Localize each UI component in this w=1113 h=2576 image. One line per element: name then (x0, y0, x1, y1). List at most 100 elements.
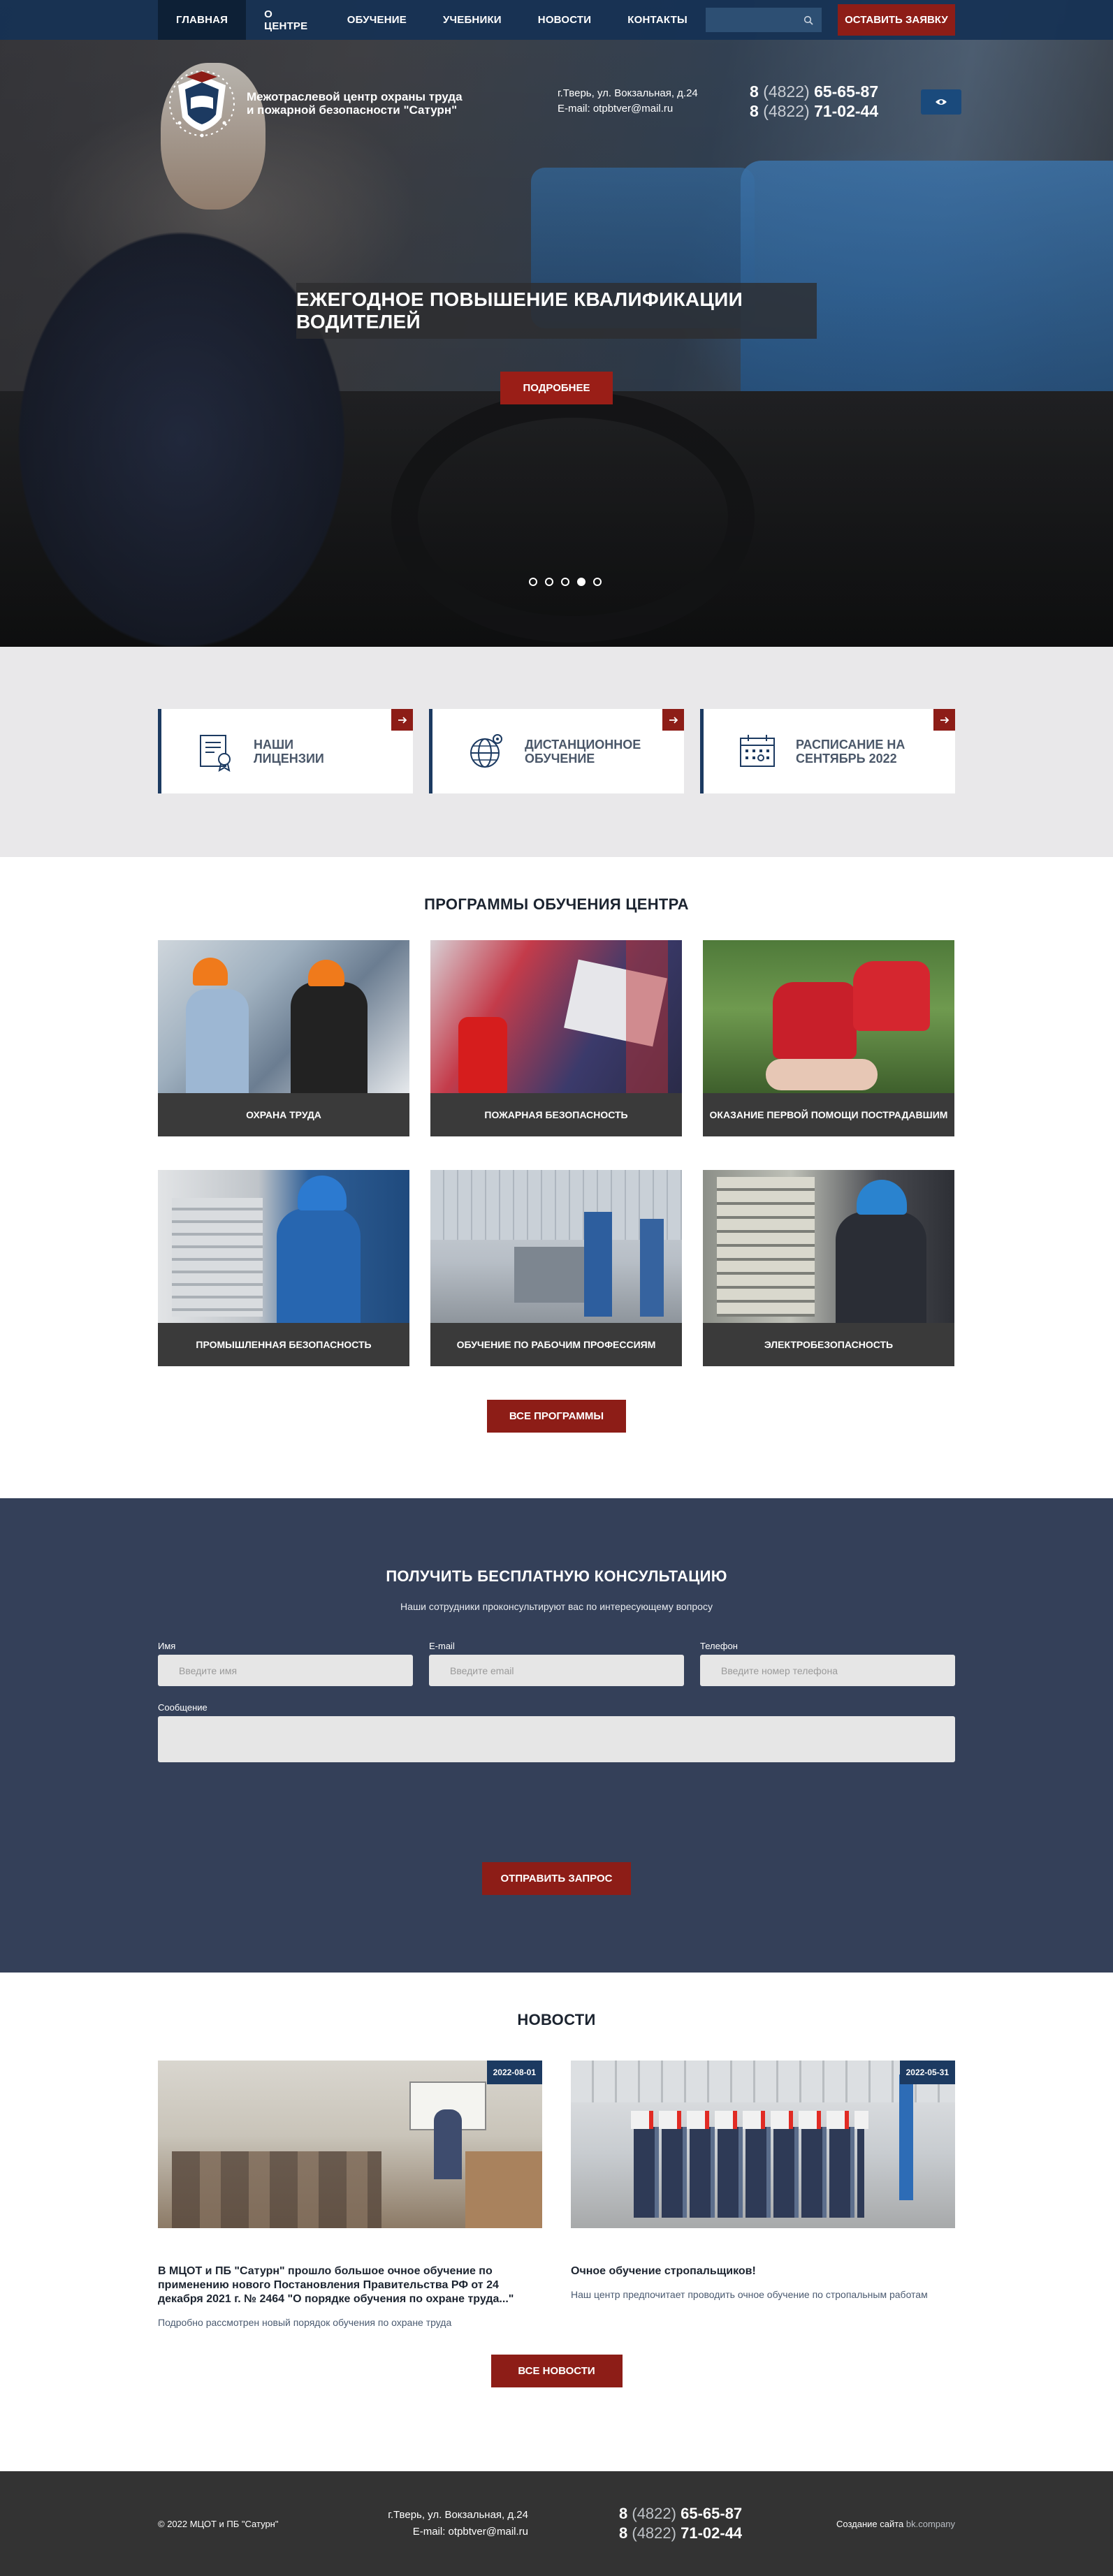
name-label: Имя (158, 1641, 176, 1651)
news-summary: Подробно рассмотрен новый порядок обучен… (158, 2317, 452, 2328)
nav-item-contacts[interactable]: КОНТАКТЫ (609, 0, 706, 40)
news-title: НОВОСТИ (517, 2011, 596, 2028)
program-caption: ОКАЗАНИЕ ПЕРВОЙ ПОМОЩИ ПОСТРАДАВШИМ (703, 1093, 954, 1136)
logo-line-2: и пожарной безопасности "Сатурн" (247, 103, 458, 117)
leave-request-button[interactable]: ОСТАВИТЬ ЗАЯВКУ (837, 4, 955, 36)
news-image-seminar (158, 2061, 542, 2228)
program-caption: ПРОМЫШЛЕННАЯ БЕЗОПАСНОСТЬ (158, 1323, 409, 1366)
search-input[interactable] (705, 8, 822, 32)
header-email[interactable]: E-mail: otpbtver@mail.ru (558, 101, 698, 117)
email-label: E-mail (429, 1641, 455, 1651)
slide-title: ЕЖЕГОДНОЕ ПОВЫШЕНИЕ КВАЛИФИКАЦИИ ВОДИТЕЛ… (296, 283, 817, 339)
program-card-labor-safety[interactable]: ОХРАНА ТРУДА (158, 940, 409, 1136)
header-address: г.Тверь, ул. Вокзальная, д.24 (558, 87, 698, 99)
news-item[interactable]: 2022-08-01 В МЦОТ и ПБ "Сатурн" прошло б… (158, 2061, 542, 2328)
header-phone-2[interactable]: 8 (4822) 71-02-44 (750, 101, 878, 121)
all-news-button[interactable]: ВСЕ НОВОСТИ (490, 2355, 623, 2387)
programs-title: ПРОГРАММЫ ОБУЧЕНИЯ ЦЕНТРА (424, 895, 689, 913)
slider-dot-4[interactable] (577, 578, 585, 586)
program-caption: ОБУЧЕНИЕ ПО РАБОЧИМ ПРОФЕССИЯМ (430, 1323, 682, 1366)
news-item[interactable]: 2022-05-31 Очное обучение стропальщиков!… (571, 2061, 955, 2328)
news-date: 2022-08-01 (486, 2061, 542, 2084)
program-card-first-aid[interactable]: ОКАЗАНИЕ ПЕРВОЙ ПОМОЩИ ПОСТРАДАВШИМ (703, 940, 954, 1136)
footer-email[interactable]: E-mail: otpbtver@mail.ru (374, 2524, 528, 2540)
program-card-electrical-safety[interactable]: ЭЛЕКТРОБЕЗОПАСНОСТЬ (703, 1170, 954, 1366)
header-phones: 8 (4822) 65-65-87 8 (4822) 71-02-44 (750, 82, 878, 121)
info-cards-section: НАШИ ЛИЦЕНЗИИ ДИСТАНЦИОННОЕ ОБУЧЕНИЕ РАСПИ… (0, 647, 1113, 857)
news-headline[interactable]: Очное обучение стропальщиков! (571, 2264, 955, 2278)
news-section: НОВОСТИ 2022-08-01 В МЦОТ и ПБ "Сатурн" … (0, 1973, 1113, 2471)
search-icon[interactable] (803, 15, 813, 25)
eye-icon (936, 99, 947, 105)
nav-item-textbooks[interactable]: УЧЕБНИКИ (425, 0, 520, 40)
name-field[interactable]: Введите имя (158, 1655, 413, 1686)
consultation-section: ПОЛУЧИТЬ БЕСПЛАТНУЮ КОНСУЛЬТАЦИЮ Наши со… (0, 1498, 1113, 1973)
hero-slider: Межотраслевой центр охраны труда и пожар… (0, 0, 1113, 647)
shield-logo-icon (169, 71, 235, 138)
calendar-icon (740, 734, 775, 767)
nav-item-news[interactable]: НОВОСТИ (520, 0, 609, 40)
news-date: 2022-05-31 (899, 2061, 955, 2084)
card-distance-line1: ДИСТАНЦИОННОЕ (525, 737, 641, 752)
nav-item-home[interactable]: ГЛАВНАЯ (158, 0, 247, 40)
programs-section: ПРОГРАММЫ ОБУЧЕНИЯ ЦЕНТРА ОХРАНА ТРУДА П… (0, 857, 1113, 1498)
developer-link[interactable]: bk.company (906, 2519, 955, 2529)
site-logo[interactable]: Межотраслевой центр охраны труда и пожар… (166, 67, 463, 140)
nav-item-about[interactable]: О ЦЕНТРЕ (246, 0, 329, 40)
message-field[interactable] (158, 1716, 955, 1762)
program-image-electrical-safety (703, 1170, 954, 1323)
card-licenses[interactable]: НАШИ ЛИЦЕНЗИИ (158, 709, 413, 793)
program-image-fire-safety (430, 940, 682, 1093)
card-distance-line2: ОБУЧЕНИЕ (525, 751, 595, 766)
program-card-industrial-safety[interactable]: ПРОМЫШЛЕННАЯ БЕЗОПАСНОСТЬ (158, 1170, 409, 1366)
slider-dot-1[interactable] (529, 578, 537, 586)
top-nav: ГЛАВНАЯ О ЦЕНТРЕ ОБУЧЕНИЕ УЧЕБНИКИ НОВОС… (0, 0, 1113, 40)
card-distance-learning[interactable]: ДИСТАНЦИОННОЕ ОБУЧЕНИЕ (429, 709, 684, 793)
consultation-subtitle: Наши сотрудники проконсультируют вас по … (400, 1601, 713, 1612)
send-request-button[interactable]: ОТПРАВИТЬ ЗАПРОС (482, 1862, 631, 1895)
message-label: Сообщение (158, 1702, 208, 1713)
footer: © 2022 МЦОТ и ПБ "Сатурн" г.Тверь, ул. В… (0, 2471, 1113, 2576)
card-schedule-line2: СЕНТЯБРЬ 2022 (796, 751, 897, 766)
program-caption: ЭЛЕКТРОБЕЗОПАСНОСТЬ (703, 1323, 954, 1366)
slide-more-button[interactable]: ПОДРОБНЕЕ (500, 372, 613, 404)
slider-dot-3[interactable] (561, 578, 569, 586)
footer-contacts: г.Тверь, ул. Вокзальная, д.24 E-mail: ot… (374, 2507, 528, 2540)
slider-dots (529, 578, 602, 586)
card-licenses-line1: НАШИ (254, 737, 294, 752)
phone-label: Телефон (700, 1641, 738, 1651)
arrow-right-icon[interactable] (391, 709, 413, 731)
card-schedule-line1: РАСПИСАНИЕ НА (796, 737, 905, 752)
email-field[interactable]: Введите email (429, 1655, 684, 1686)
footer-copyright: © 2022 МЦОТ и ПБ "Сатурн" (158, 2518, 279, 2529)
program-image-first-aid (703, 940, 954, 1093)
program-image-labor-safety (158, 940, 409, 1093)
news-image-slingers (571, 2061, 955, 2228)
card-licenses-line2: ЛИЦЕНЗИИ (254, 751, 324, 766)
header-phone-1[interactable]: 8 (4822) 65-65-87 (750, 82, 878, 101)
footer-phone-1[interactable]: 8 (4822) 65-65-87 (619, 2504, 742, 2524)
news-summary: Наш центр предпочитает проводить очное о… (571, 2289, 928, 2300)
footer-phone-2[interactable]: 8 (4822) 71-02-44 (619, 2524, 742, 2543)
program-caption: ПОЖАРНАЯ БЕЗОПАСНОСТЬ (430, 1093, 682, 1136)
arrow-right-icon[interactable] (933, 709, 955, 731)
globe-icon (470, 733, 502, 768)
program-card-worker-professions[interactable]: ОБУЧЕНИЕ ПО РАБОЧИМ ПРОФЕССИЯМ (430, 1170, 682, 1366)
footer-made-by[interactable]: Создание сайта bk.company (836, 2519, 955, 2529)
news-headline[interactable]: В МЦОТ и ПБ "Сатурн" прошло большое очно… (158, 2264, 542, 2306)
program-image-industrial-safety (158, 1170, 409, 1323)
phone-field[interactable]: Введите номер телефона (700, 1655, 955, 1686)
certificate-icon (200, 734, 231, 772)
program-card-fire-safety[interactable]: ПОЖАРНАЯ БЕЗОПАСНОСТЬ (430, 940, 682, 1136)
logo-line-1: Межотраслевой центр охраны труда (247, 90, 463, 103)
all-programs-button[interactable]: ВСЕ ПРОГРАММЫ (487, 1400, 626, 1433)
program-caption: ОХРАНА ТРУДА (158, 1093, 409, 1136)
slider-dot-2[interactable] (545, 578, 553, 586)
footer-phones: 8 (4822) 65-65-87 8 (4822) 71-02-44 (619, 2504, 742, 2543)
program-image-worker-professions (430, 1170, 682, 1323)
nav-item-training[interactable]: ОБУЧЕНИЕ (329, 0, 425, 40)
arrow-right-icon[interactable] (662, 709, 684, 731)
accessibility-button[interactable] (921, 89, 961, 115)
slider-dot-5[interactable] (593, 578, 602, 586)
card-schedule[interactable]: РАСПИСАНИЕ НА СЕНТЯБРЬ 2022 (700, 709, 955, 793)
